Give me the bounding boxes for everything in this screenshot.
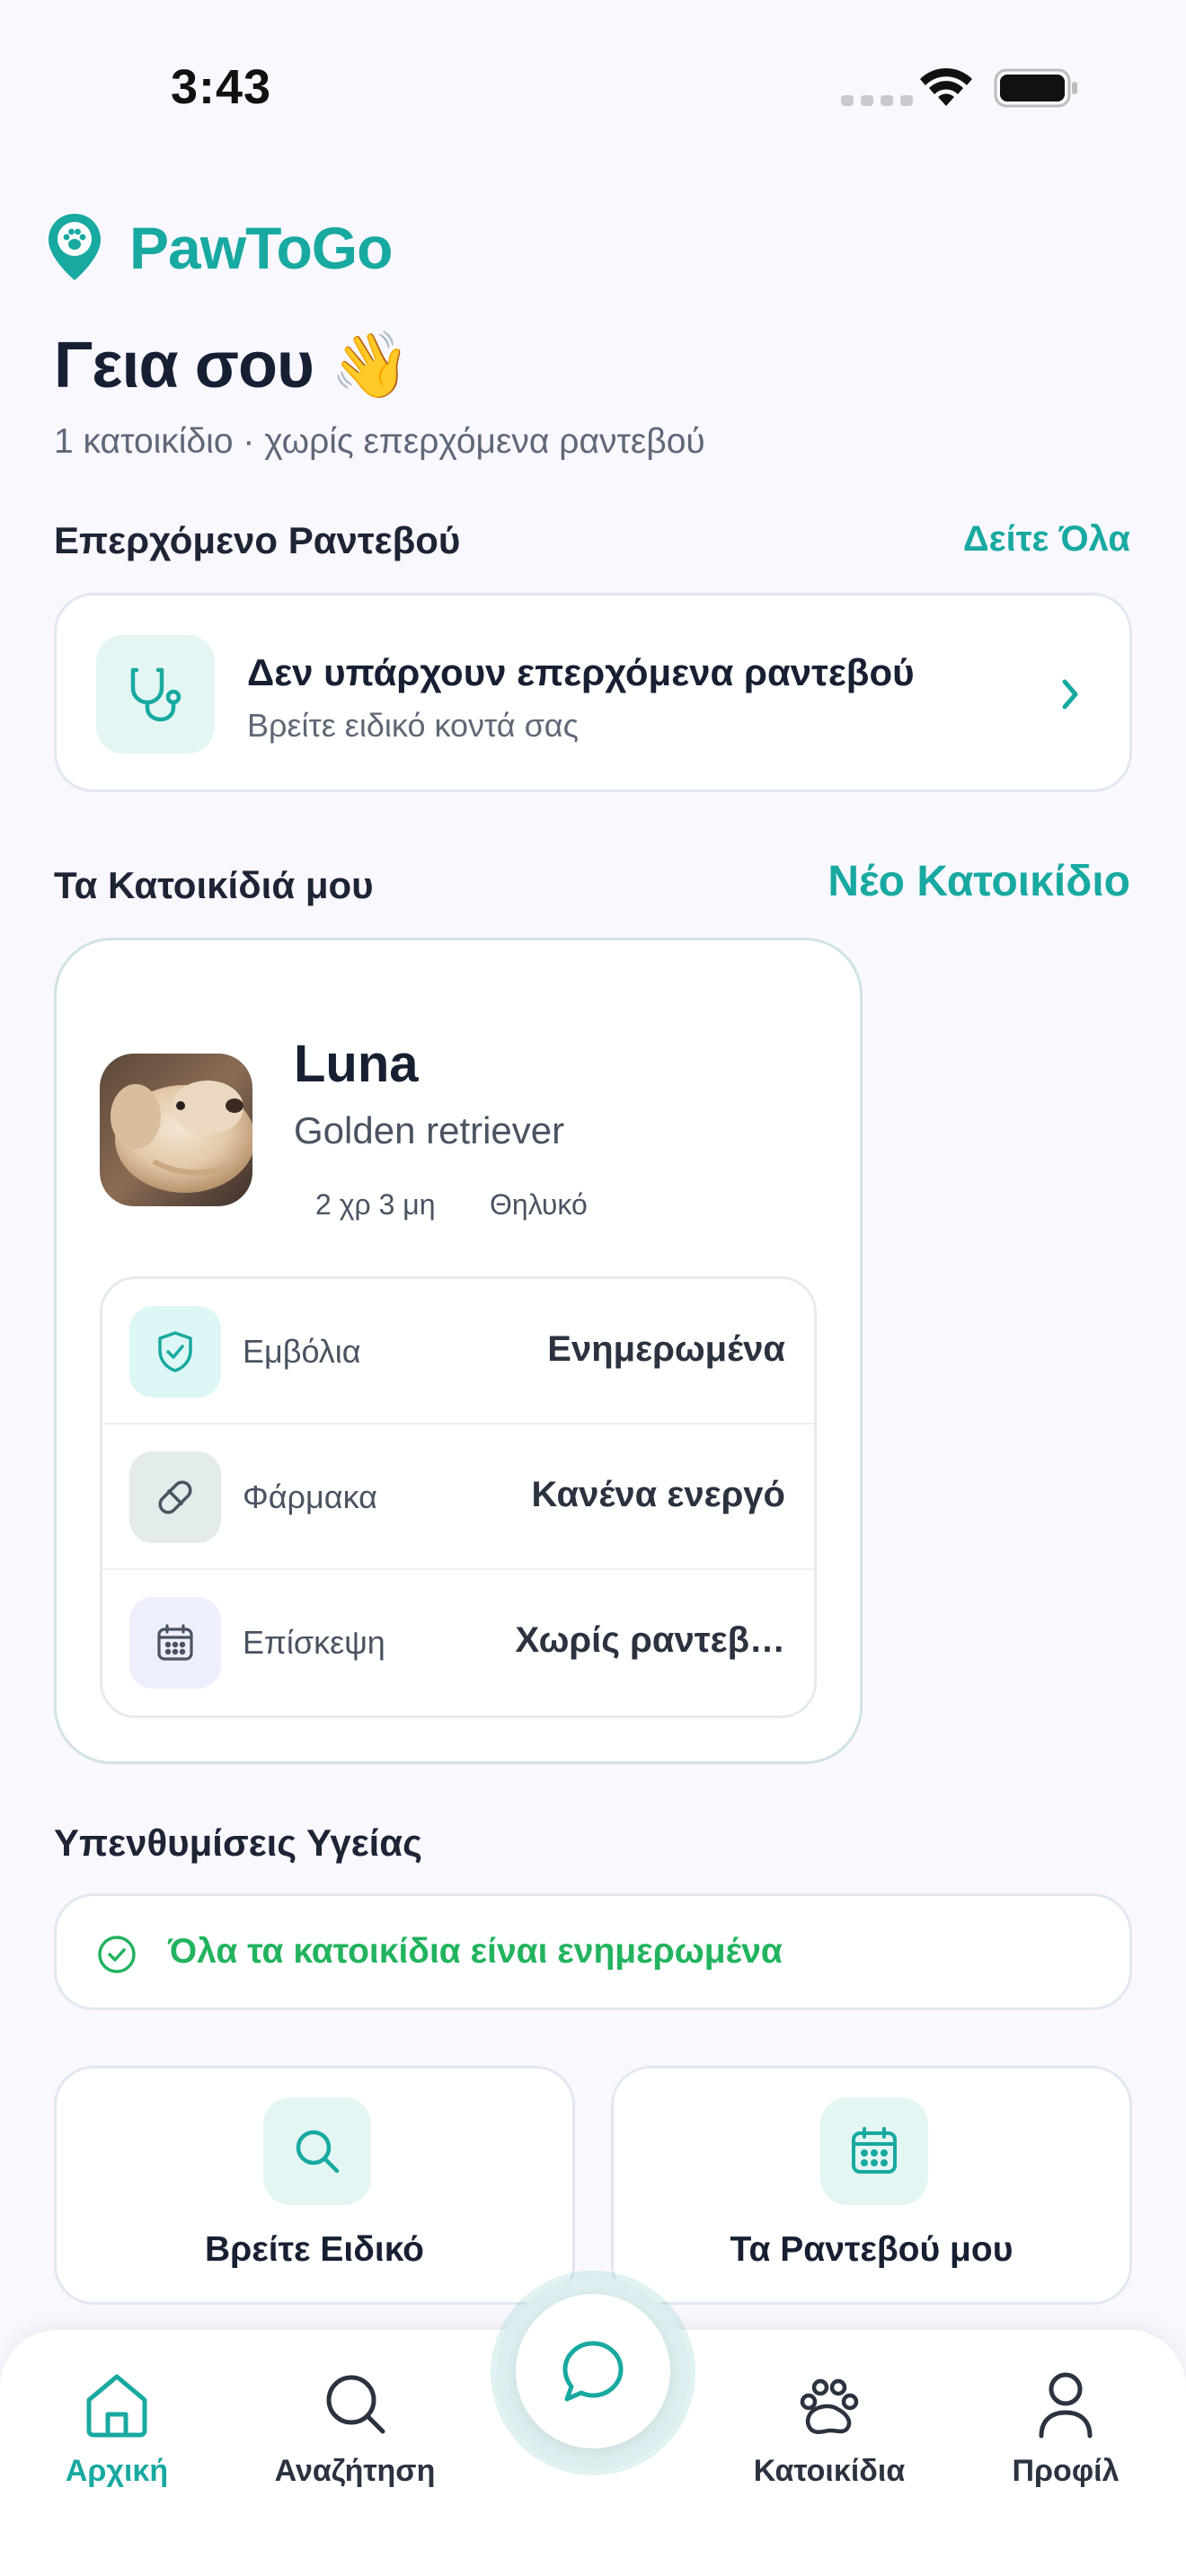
pet-stats-panel: Εμβόλια Ενημερωμένα Φάρμακα Κανένα ενεργ… [100,1276,817,1718]
pet-avatar [100,1054,252,1206]
vaccines-value: Ενημερωμένα [547,1329,785,1369]
search-icon [326,2375,385,2434]
pet-sex: Θηλυκό [490,1188,588,1221]
health-reminder-message: Όλα τα κατοικίδια είναι ενημερωμένα [168,1932,783,1971]
check-circle-icon [98,1936,136,1973]
nav-pets-label: Κατοικίδια [753,2454,906,2488]
appointment-empty-subtitle: Βρείτε ειδικό κοντά σας [247,707,579,744]
pet-card[interactable]: Luna Golden retriever 2 χρ 3 μη Θηλυκό Ε… [54,938,863,1764]
nav-pets[interactable]: Κατοικίδια [730,2366,928,2489]
wifi-icon [920,67,972,106]
appointments-section-title: Επερχόμενο Ραντεβού [54,519,461,561]
greeting-subtitle: 1 κατοικίδιο · χωρίς επερχόμενα ραντεβού [54,422,705,461]
nav-home[interactable]: Αρχική [18,2366,216,2489]
medications-value: Κανένα ενεργό [531,1475,785,1514]
nav-profile-label: Προφίλ [1012,2454,1120,2488]
visit-label: Επίσκεψη [243,1624,385,1661]
pet-age: 2 χρ 3 μη [315,1188,436,1221]
status-time: 3:43 [171,60,272,114]
chat-bubble-icon [562,2341,624,2402]
health-reminder-card: Όλα τα κατοικίδια είναι ενημερωμένα [54,1893,1132,2010]
medications-row[interactable]: Φάρμακα Κανένα ενεργό [102,1425,814,1570]
see-all-appointments-link[interactable]: Δείτε Όλα [963,519,1130,560]
my-appointments-button[interactable]: Τα Ραντεβού μου [611,2066,1132,2305]
calendar-icon [129,1597,221,1689]
pill-icon [129,1451,221,1543]
new-pet-link[interactable]: Νέο Κατοικίδιο [828,857,1130,906]
find-specialist-label: Βρείτε Ειδικό [205,2230,424,2269]
nav-search-label: Αναζήτηση [274,2454,436,2488]
health-reminders-title: Υπενθυμίσεις Υγείας [54,1822,422,1864]
map-pin-paw-icon [49,214,101,280]
brand-name: PawToGo [129,215,393,281]
nav-search[interactable]: Αναζήτηση [256,2366,454,2489]
chevron-right-icon [1062,679,1078,710]
my-appointments-label: Τα Ραντεβού μου [730,2230,1013,2269]
appointment-empty-title: Δεν υπάρχουν επερχόμενα ραντεβού [247,651,915,693]
stethoscope-icon [96,635,215,754]
vaccines-label: Εμβόλια [243,1333,361,1370]
pet-breed: Golden retriever [294,1109,565,1151]
vaccines-row[interactable]: Εμβόλια Ενημερωμένα [102,1279,814,1425]
pets-section-title: Τα Κατοικίδιά μου [54,864,374,906]
visit-row[interactable]: Επίσκεψη Χωρίς ραντεβ… [102,1570,814,1716]
chat-button[interactable] [516,2294,670,2448]
visit-value: Χωρίς ραντεβ… [515,1620,785,1660]
home-icon [86,2374,147,2438]
find-specialist-button[interactable]: Βρείτε Ειδικό [54,2066,575,2305]
user-icon [1039,2372,1093,2439]
nav-profile[interactable]: Προφίλ [967,2366,1164,2489]
medications-label: Φάρμακα [243,1478,377,1515]
search-icon [263,2097,371,2205]
nav-home-label: Αρχική [65,2454,169,2488]
battery-icon [994,68,1077,108]
cellular-signal-icon [841,95,913,106]
calendar-icon [820,2097,928,2205]
paw-icon [800,2378,859,2434]
greeting-heading: Γεια σου 👋 [54,330,412,401]
upcoming-appointment-card[interactable]: Δεν υπάρχουν επερχόμενα ραντεβού Βρείτε … [54,593,1132,792]
pet-name: Luna [294,1035,419,1093]
home-screen: 3:43 PawToGo Γεια σου 👋 1 κατοικίδιο · χ… [0,0,1186,2576]
shield-check-icon [129,1306,221,1398]
